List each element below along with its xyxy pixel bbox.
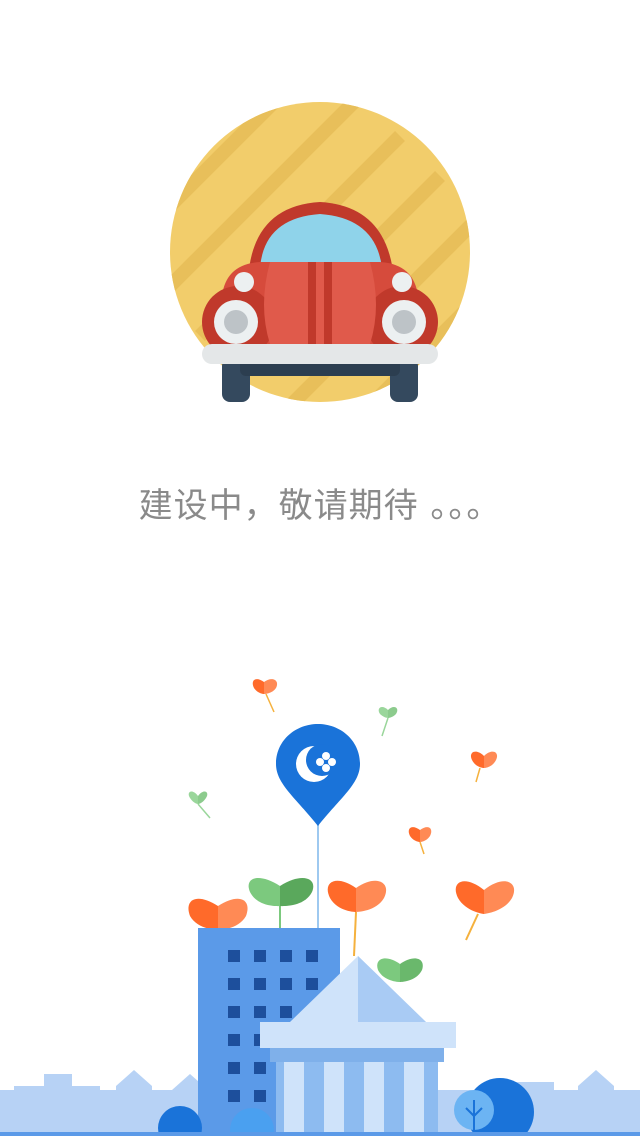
green-heart-icon (377, 958, 423, 982)
orange-heart-icon (408, 827, 432, 855)
orange-heart-icon (188, 898, 248, 930)
green-heart-icon (378, 707, 398, 737)
orange-heart-icon (455, 881, 515, 941)
green-heart-icon (188, 791, 211, 819)
under-construction-message: 建设中，敬请期待 。。。 (138, 486, 502, 526)
red-car-icon (170, 102, 470, 402)
orange-heart-icon (470, 751, 498, 783)
green-heart-icon (248, 878, 314, 928)
under-construction-screen: 建设中，敬请期待 。。。 (0, 0, 640, 1136)
city-skyline-illustration (0, 679, 640, 1136)
orange-heart-icon (252, 679, 278, 713)
